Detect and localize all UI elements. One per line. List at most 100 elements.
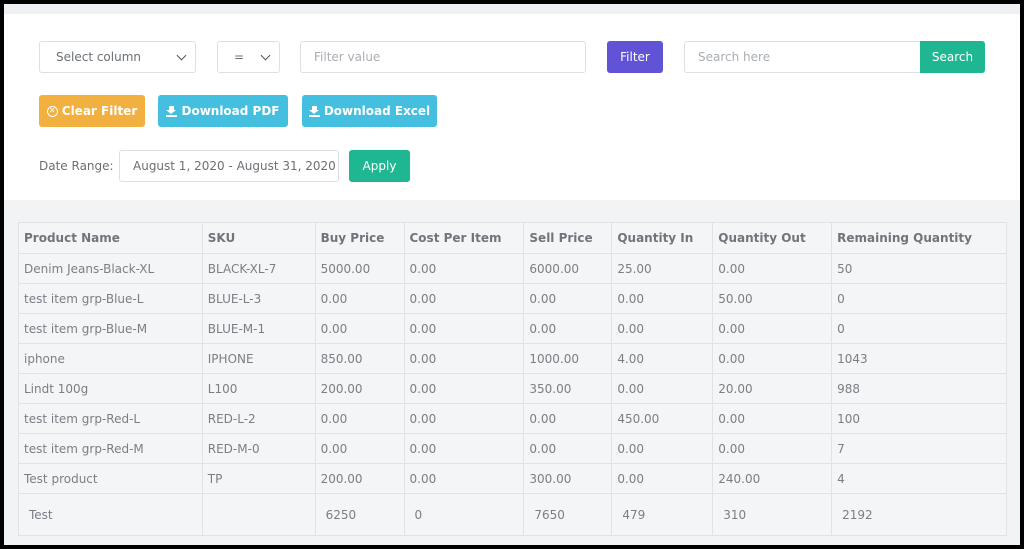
- table-row: Denim Jeans-Black-XL BLACK-XL-7 5000.00 0.0…: [18, 253, 1007, 284]
- total-cell: 479: [611, 493, 714, 536]
- table-cell: 0.00: [611, 313, 714, 344]
- total-row: Test 6250 0 7650 479 310 2192: [18, 493, 1007, 536]
- download-excel-label: Download Excel: [323, 104, 431, 118]
- table-row: test item grp-Blue-M BLUE-M-1 0.00 0.00 0.00…: [18, 313, 1007, 344]
- table-cell: 0.00: [523, 433, 613, 464]
- download-icon: [308, 105, 320, 117]
- table-cell: RED-L-2: [201, 403, 316, 434]
- table-cell: 0.00: [712, 313, 833, 344]
- table-cell: 0.00: [314, 313, 405, 344]
- search-button[interactable]: Search: [920, 41, 985, 73]
- column-header[interactable]: Sell Price: [523, 222, 613, 254]
- table-cell: 0.00: [712, 343, 833, 374]
- table-cell: TP: [201, 463, 316, 494]
- search-input[interactable]: Search here: [684, 41, 921, 73]
- download-icon: [166, 105, 178, 117]
- table-cell: 100: [831, 403, 1007, 434]
- table-cell: BLUE-M-1: [201, 313, 316, 344]
- table-row: test item grp-Red-M RED-M-0 0.00 0.00 0.00 0.…: [18, 433, 1007, 464]
- table-cell: 300.00: [523, 463, 613, 494]
- apply-button[interactable]: Apply: [349, 150, 410, 182]
- table-cell: 0.00: [314, 433, 405, 464]
- column-select-value: Select column: [56, 50, 142, 64]
- filter-button[interactable]: Filter: [607, 41, 663, 73]
- table-cell: BLACK-XL-7: [201, 253, 316, 284]
- table-cell: 450.00: [611, 403, 714, 434]
- date-range-input[interactable]: August 1, 2020 - August 31, 2020: [119, 150, 339, 182]
- download-pdf-label: Download PDF: [181, 104, 280, 118]
- column-header[interactable]: Quantity In: [611, 222, 714, 254]
- table-cell: 0.00: [712, 433, 833, 464]
- total-cell: 7650: [523, 493, 613, 536]
- table-cell: 0.00: [403, 403, 525, 434]
- table-cell: 0.00: [403, 433, 525, 464]
- table-cell: Test product: [18, 463, 203, 494]
- clear-filter-button[interactable]: ✕ Clear Filter: [39, 95, 145, 127]
- table-cell: 0.00: [403, 283, 525, 314]
- table-row: Test product TP 200.00 0.00 300.00 0.00 240.00…: [18, 463, 1007, 494]
- chevron-down-icon: [176, 50, 187, 60]
- search-placeholder: Search here: [698, 50, 771, 64]
- column-header[interactable]: Cost Per Item: [403, 222, 525, 254]
- total-cell: 0: [403, 493, 525, 536]
- column-header[interactable]: Product Name: [18, 222, 203, 254]
- top-strip: [4, 4, 1020, 14]
- table-cell: 0.00: [611, 283, 714, 314]
- column-header[interactable]: Quantity Out: [712, 222, 833, 254]
- table-cell: IPHONE: [201, 343, 316, 374]
- date-range-label: Date Range:: [39, 159, 114, 173]
- table-cell: 5000.00: [314, 253, 405, 284]
- table-cell: Lindt 100g: [18, 373, 203, 404]
- table-cell: 0: [831, 313, 1007, 344]
- table-cell: 0.00: [403, 463, 525, 494]
- table-cell: 200.00: [314, 373, 405, 404]
- column-select[interactable]: Select column: [39, 41, 196, 73]
- table-cell: test item grp-Red-M: [18, 433, 203, 464]
- table-cell: 50: [831, 253, 1007, 284]
- report-page: Select column = Filter value Filter Sear…: [4, 4, 1020, 545]
- table-cell: 0.00: [611, 433, 714, 464]
- circle-x-icon: ✕: [46, 105, 58, 117]
- filter-value-input[interactable]: Filter value: [300, 41, 586, 73]
- total-cell: 310: [712, 493, 833, 536]
- table-row: Lindt 100g L100 200.00 0.00 350.00 0.00 20.00 9…: [18, 373, 1007, 404]
- table-cell: 0.00: [611, 463, 714, 494]
- chevron-down-icon: [260, 50, 271, 60]
- total-cell: Test: [18, 493, 203, 536]
- date-range-value: August 1, 2020 - August 31, 2020: [133, 159, 336, 173]
- table-cell: L100: [201, 373, 316, 404]
- table-cell: iphone: [18, 343, 203, 374]
- table-cell: 1043: [831, 343, 1007, 374]
- table-cell: Denim Jeans-Black-XL: [18, 253, 203, 284]
- table-cell: 0.00: [314, 283, 405, 314]
- table-cell: 0.00: [523, 403, 613, 434]
- table-cell: 200.00: [314, 463, 405, 494]
- total-cell: 6250: [314, 493, 405, 536]
- clear-filter-label: Clear Filter: [61, 104, 138, 118]
- table-cell: 25.00: [611, 253, 714, 284]
- table-cell: test item grp-Red-L: [18, 403, 203, 434]
- search-button-label: Search: [931, 50, 974, 64]
- download-pdf-button[interactable]: Download PDF: [158, 95, 288, 127]
- filter-value-placeholder: Filter value: [314, 50, 381, 64]
- operator-select[interactable]: =: [217, 41, 280, 73]
- download-excel-button[interactable]: Download Excel: [302, 95, 437, 127]
- column-header[interactable]: Buy Price: [314, 222, 405, 254]
- column-header[interactable]: SKU: [201, 222, 316, 254]
- table-cell: 988: [831, 373, 1007, 404]
- table-cell: BLUE-L-3: [201, 283, 316, 314]
- table-cell: 0.00: [611, 373, 714, 404]
- table-cell: 4.00: [611, 343, 714, 374]
- table-cell: 0.00: [712, 403, 833, 434]
- table-cell: RED-M-0: [201, 433, 316, 464]
- column-header[interactable]: Remaining Quantity: [831, 222, 1007, 254]
- table-header-row: Product Name SKU Buy Price Cost Per Item Sel…: [18, 222, 1007, 254]
- table-cell: 0.00: [403, 343, 525, 374]
- apply-button-label: Apply: [362, 159, 397, 173]
- total-cell: 2192: [831, 493, 1007, 536]
- table-cell: 20.00: [712, 373, 833, 404]
- total-cell: [201, 493, 316, 536]
- table-cell: 0.00: [523, 313, 613, 344]
- table-cell: test item grp-Blue-M: [18, 313, 203, 344]
- table-cell: 0.00: [712, 253, 833, 284]
